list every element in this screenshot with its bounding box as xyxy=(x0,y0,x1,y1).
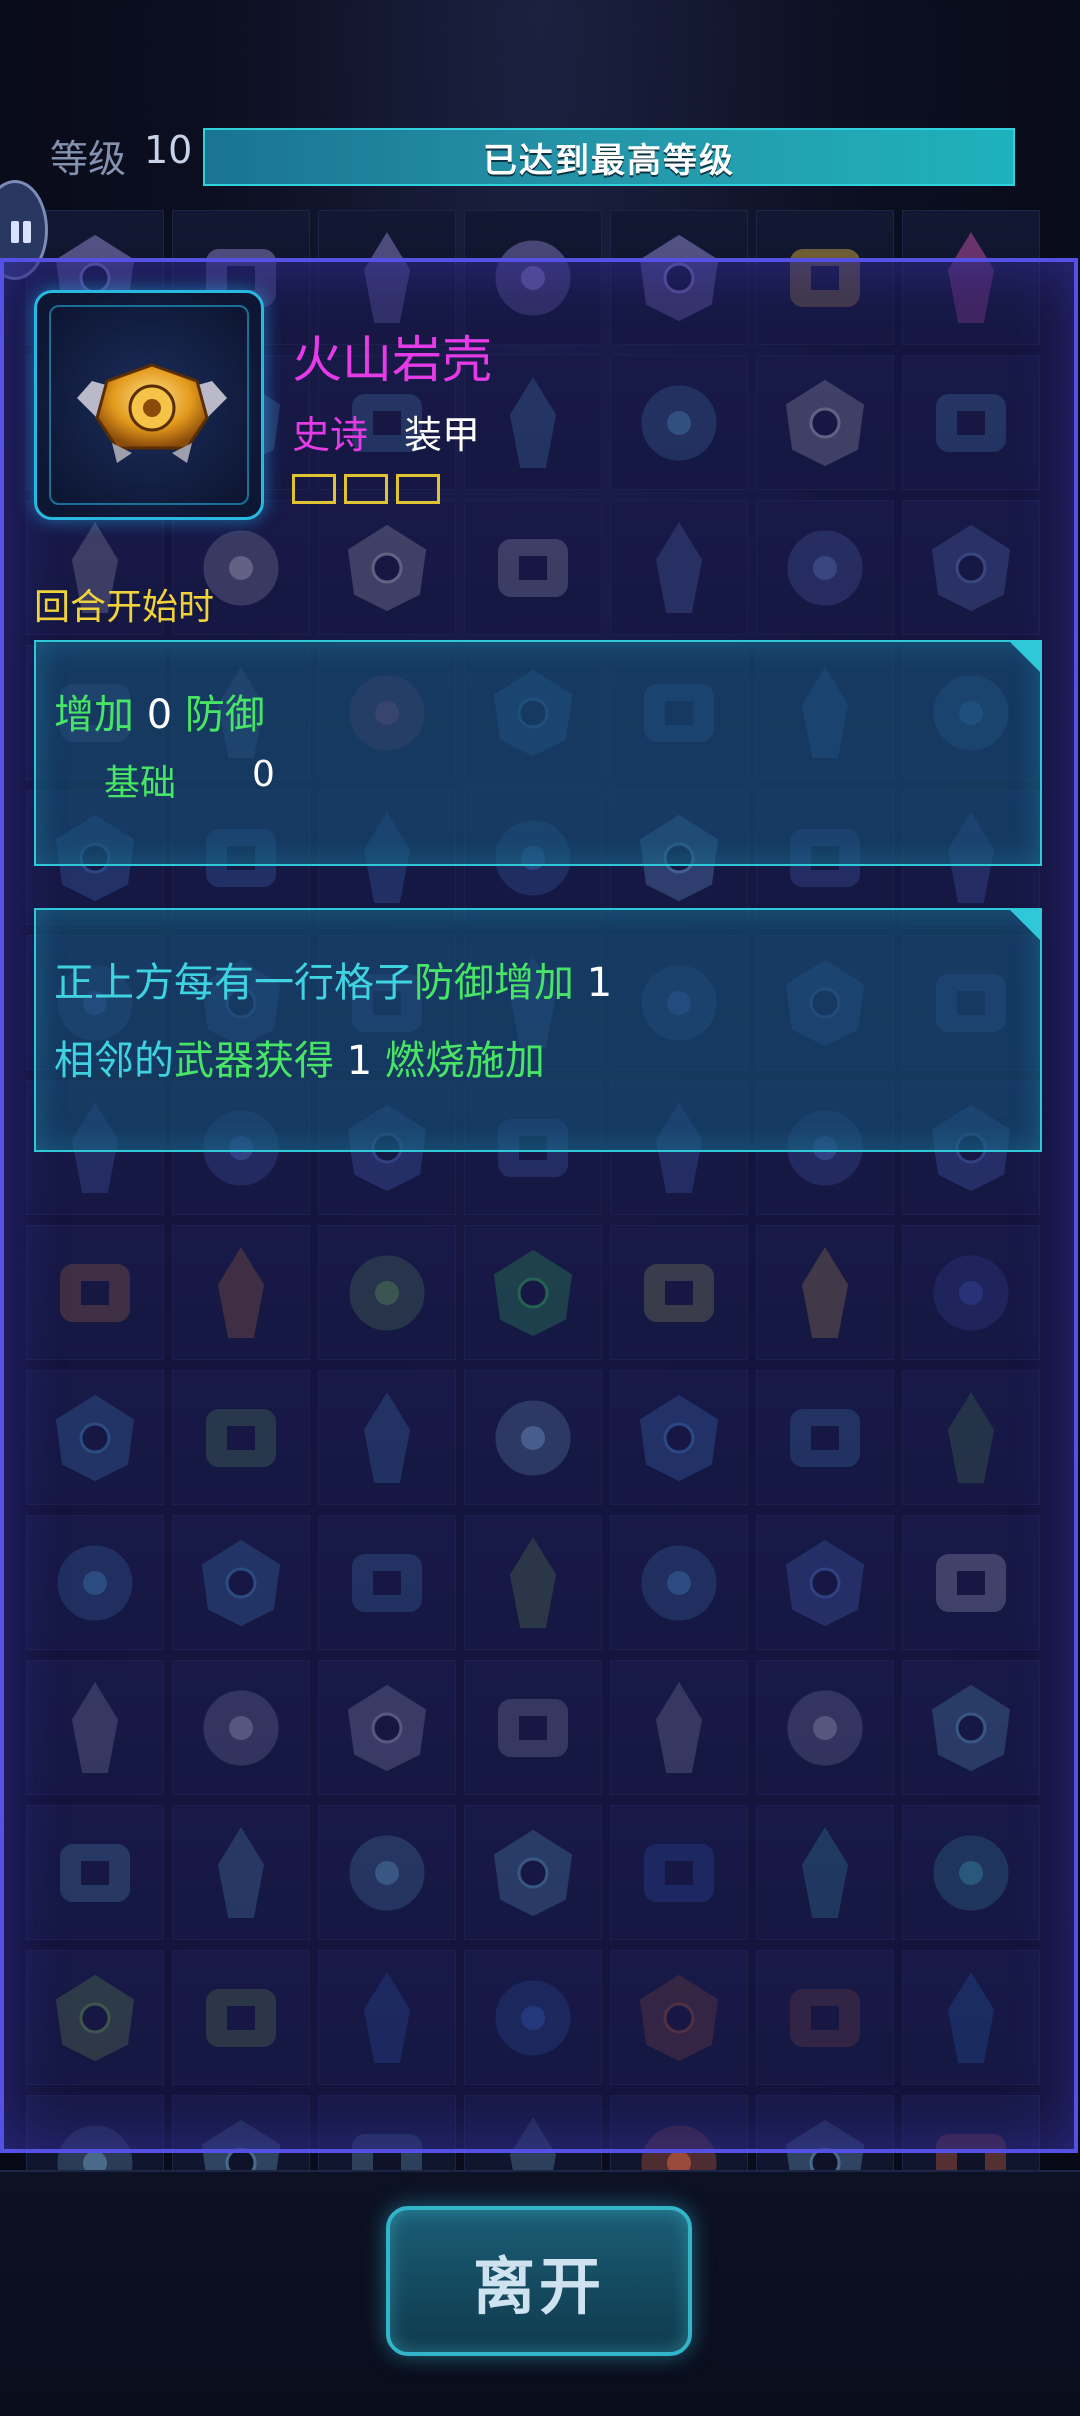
effect-text: 燃烧施加 xyxy=(384,1038,545,1084)
item-name: 火山岩壳 xyxy=(292,331,492,389)
base-label: 基础 xyxy=(104,763,177,804)
effect-text: 武器 xyxy=(174,1038,254,1084)
empty-slot xyxy=(344,474,388,504)
leave-button[interactable]: 离开 xyxy=(386,2206,692,2356)
upgrade-slots xyxy=(292,474,440,504)
effect-value: 1 xyxy=(346,1038,373,1084)
effect-line: 相邻的武器获得 1 燃烧施加 xyxy=(54,1028,545,1086)
panel-corner xyxy=(1008,908,1042,942)
effect-text: 获得 xyxy=(254,1038,334,1084)
effect-value: 1 xyxy=(586,960,613,1006)
golden-armor-shell-icon xyxy=(77,363,227,463)
effect-text: 正上方每有一行格子 xyxy=(54,960,414,1006)
effect-line: 正上方每有一行格子防御增加 1 xyxy=(54,950,612,1008)
level-bar-text: 已达到最高等级 xyxy=(483,140,735,181)
effect-value: 0 xyxy=(146,692,173,738)
trigger-label: 回合开始时 xyxy=(34,587,215,628)
item-type: 装甲 xyxy=(404,413,481,457)
item-icon-frame xyxy=(34,290,264,520)
effect-line: 增加 0 防御 xyxy=(54,682,265,740)
effect-text: 相邻的 xyxy=(54,1038,174,1084)
empty-slot xyxy=(396,474,440,504)
level-label: 等级 xyxy=(50,137,127,181)
panel-corner xyxy=(1008,640,1042,674)
level-progress-bar: 已达到最高等级 xyxy=(203,128,1015,186)
effect-text: 防御增加 xyxy=(414,960,574,1006)
effect-panel-defense: 增加 0 防御 基础 0 xyxy=(34,640,1042,866)
effect-text: 防御 xyxy=(184,692,265,738)
level-value: 10 xyxy=(144,128,193,172)
leave-button-label: 离开 xyxy=(472,2250,605,2323)
item-detail-modal xyxy=(0,258,1078,2153)
empty-slot xyxy=(292,474,336,504)
item-rarity: 史诗 xyxy=(292,413,369,457)
base-value: 0 xyxy=(252,754,275,795)
effect-panel-passive: 正上方每有一行格子防御增加 1 相邻的武器获得 1 燃烧施加 xyxy=(34,908,1042,1152)
effect-text: 增加 xyxy=(54,692,134,738)
